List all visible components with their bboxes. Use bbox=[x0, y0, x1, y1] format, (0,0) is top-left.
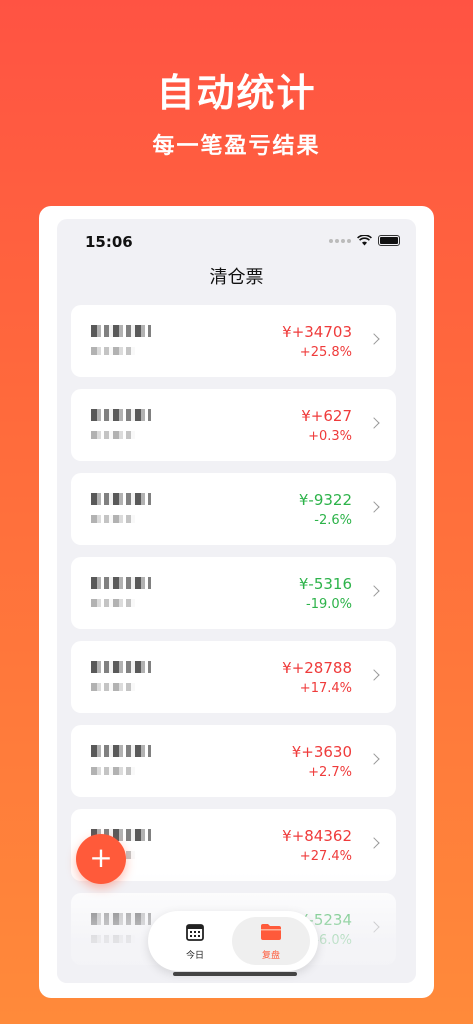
chevron-right-icon bbox=[368, 585, 380, 597]
add-button[interactable]: + bbox=[76, 834, 126, 884]
profit-percent: +17.4% bbox=[299, 681, 352, 696]
device-frame: 15:06 清仓票 ¥+34703 +25.8% ¥+627 +0.3% ¥-9322 -… bbox=[39, 206, 434, 998]
profit-percent: +25.8% bbox=[299, 345, 352, 360]
tab-bar: 今日 复盘 bbox=[148, 911, 318, 971]
list-item[interactable]: ¥+3630 +2.7% bbox=[71, 725, 396, 797]
status-time: 15:06 bbox=[85, 233, 133, 251]
stock-name-redacted bbox=[91, 325, 151, 337]
list-item[interactable]: ¥+34703 +25.8% bbox=[71, 305, 396, 377]
list-item[interactable]: ¥+28788 +17.4% bbox=[71, 641, 396, 713]
stock-code-redacted bbox=[91, 431, 135, 439]
wifi-icon bbox=[357, 235, 372, 246]
stock-code-redacted bbox=[91, 599, 135, 607]
profit-amount: ¥-5316 bbox=[298, 575, 352, 593]
profit-percent: +0.3% bbox=[308, 429, 352, 444]
chevron-right-icon bbox=[368, 501, 380, 513]
promo-headline: 自动统计 bbox=[156, 71, 317, 115]
list-item[interactable]: ¥-9322 -2.6% bbox=[71, 473, 396, 545]
stock-code-redacted bbox=[91, 683, 135, 691]
profit-percent: -2.6% bbox=[314, 513, 352, 528]
signal-icon bbox=[329, 238, 351, 243]
stock-code-redacted bbox=[91, 347, 135, 355]
home-indicator bbox=[173, 972, 297, 976]
tab-review[interactable]: 复盘 bbox=[232, 917, 310, 965]
chevron-right-icon bbox=[368, 753, 380, 765]
profit-amount: ¥+84362 bbox=[282, 827, 352, 845]
profit-percent: +2.7% bbox=[308, 765, 352, 780]
profit-amount: ¥-9322 bbox=[298, 491, 352, 509]
tab-today-label: 今日 bbox=[185, 951, 204, 961]
stock-code-redacted bbox=[91, 767, 135, 775]
stock-name-redacted bbox=[91, 493, 151, 505]
list-item[interactable]: ¥+627 +0.3% bbox=[71, 389, 396, 461]
stock-name-redacted bbox=[91, 745, 151, 757]
calendar-icon bbox=[186, 924, 204, 941]
app-screen: 15:06 清仓票 ¥+34703 +25.8% ¥+627 +0.3% ¥-9322 -… bbox=[57, 219, 416, 983]
tab-review-label: 复盘 bbox=[261, 951, 280, 961]
promo-subhead: 每一笔盈亏结果 bbox=[152, 134, 321, 159]
chevron-right-icon bbox=[368, 837, 380, 849]
stock-name-redacted bbox=[91, 661, 151, 673]
tab-today[interactable]: 今日 bbox=[156, 917, 234, 965]
stock-name-redacted bbox=[91, 577, 151, 589]
profit-amount: ¥+3630 bbox=[291, 743, 352, 761]
battery-icon bbox=[378, 235, 400, 246]
page-title: 清仓票 bbox=[209, 267, 264, 288]
profit-percent: +27.4% bbox=[299, 849, 352, 864]
chevron-right-icon bbox=[368, 417, 380, 429]
folder-icon bbox=[261, 924, 281, 940]
chevron-right-icon bbox=[368, 669, 380, 681]
profit-percent: -19.0% bbox=[306, 597, 352, 612]
profit-amount: ¥+627 bbox=[301, 407, 352, 425]
status-icons bbox=[329, 235, 400, 246]
stock-name-redacted bbox=[91, 409, 151, 421]
chevron-right-icon bbox=[368, 333, 380, 345]
stock-code-redacted bbox=[91, 515, 135, 523]
profit-amount: ¥+34703 bbox=[282, 323, 352, 341]
list-item[interactable]: ¥-5316 -19.0% bbox=[71, 557, 396, 629]
profit-amount: ¥+28788 bbox=[282, 659, 352, 677]
